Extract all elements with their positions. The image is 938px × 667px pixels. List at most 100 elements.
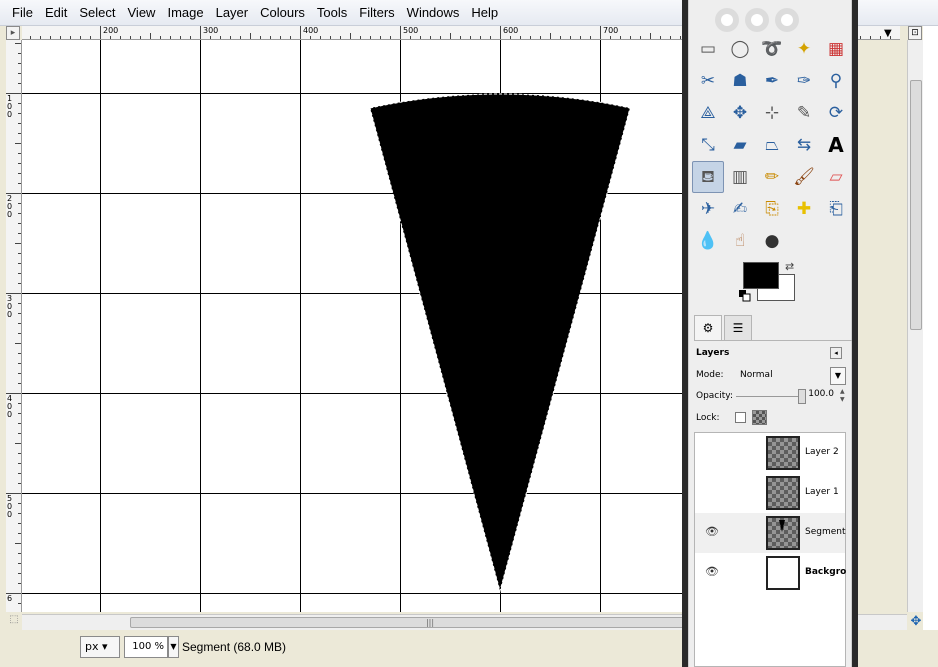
- v-ruler-label: 6: [7, 594, 13, 603]
- move-icon[interactable]: ✥: [724, 97, 756, 129]
- vertical-scrollbar-thumb[interactable]: [910, 80, 922, 330]
- unit-select[interactable]: px ▾: [80, 636, 120, 658]
- opacity-spinner-icon[interactable]: ▲ ▼: [840, 388, 848, 404]
- vertical-ruler[interactable]: 100 200 300 400 500 6: [6, 40, 22, 612]
- lock-alpha-icon[interactable]: [752, 410, 767, 425]
- perspective-clone-icon[interactable]: ⎗: [820, 193, 852, 225]
- free-select-icon[interactable]: ➰: [756, 33, 788, 65]
- scissors-select-icon[interactable]: ✂: [692, 65, 724, 97]
- color-picker-icon[interactable]: ✑: [788, 65, 820, 97]
- mode-dropdown-icon[interactable]: ▼: [830, 367, 846, 385]
- menu-colours[interactable]: Colours: [254, 0, 311, 26]
- align-icon[interactable]: ⊹: [756, 97, 788, 129]
- clone-icon[interactable]: ⎘: [756, 193, 788, 225]
- v-ruler-label: 200: [7, 194, 13, 219]
- menu-image[interactable]: Image: [161, 0, 209, 26]
- blend-icon[interactable]: ▥: [724, 161, 756, 193]
- layer-row[interactable]: 👁 Backgrou: [695, 553, 847, 593]
- navigate-icon[interactable]: ✥: [908, 614, 924, 630]
- segment-shape: [369, 93, 631, 593]
- rotate-icon[interactable]: ⟳: [820, 97, 852, 129]
- layer-thumbnail: [766, 476, 800, 510]
- flip-icon[interactable]: ⇆: [788, 129, 820, 161]
- background-window-edge: [923, 26, 938, 630]
- menu-tools[interactable]: Tools: [311, 0, 353, 26]
- menu-filters[interactable]: Filters: [353, 0, 400, 26]
- blur-icon[interactable]: 💧: [692, 225, 724, 257]
- ellipse-select-icon[interactable]: ◯: [724, 33, 756, 65]
- layers-menu-button[interactable]: ◂: [830, 347, 842, 359]
- airbrush-icon[interactable]: ✈: [692, 193, 724, 225]
- lock-pixels-checkbox[interactable]: [735, 412, 746, 423]
- layers-title: Layers: [696, 348, 730, 358]
- eraser-icon[interactable]: ▱: [820, 161, 852, 193]
- layer-thumbnail: [766, 556, 800, 590]
- menu-help[interactable]: Help: [465, 0, 504, 26]
- layer-name: Layer 1: [805, 487, 839, 497]
- opacity-slider-track[interactable]: [736, 396, 800, 397]
- zoom-icon[interactable]: ⚲: [820, 65, 852, 97]
- select-by-color-icon[interactable]: ▦: [820, 33, 852, 65]
- mode-select[interactable]: Normal: [736, 367, 834, 385]
- crop-icon[interactable]: ✎: [788, 97, 820, 129]
- layers-tab[interactable]: ☰: [724, 315, 752, 341]
- menu-view[interactable]: View: [122, 0, 162, 26]
- toolbox-window: ▭ ◯ ➰ ✦ ▦ ✂ ☗ ✒ ✑ ⚲ ⟁ ✥ ⊹ ✎ ⟳ ⤡ ▰ ⏢ ⇆ A …: [682, 0, 858, 667]
- vertical-scrollbar[interactable]: [907, 40, 923, 612]
- zoom-dropdown-icon[interactable]: ▼: [168, 636, 179, 658]
- eye-icon[interactable]: 👁: [705, 525, 719, 538]
- perspective-icon[interactable]: ⏢: [756, 129, 788, 161]
- measure-icon[interactable]: ⟁: [692, 97, 724, 129]
- v-ruler-label: 500: [7, 494, 13, 519]
- foreground-select-icon[interactable]: ☗: [724, 65, 756, 97]
- opacity-slider-handle[interactable]: [798, 389, 806, 404]
- dodge-burn-icon[interactable]: ●: [756, 225, 788, 257]
- fuzzy-select-icon[interactable]: ✦: [788, 33, 820, 65]
- zoom-input[interactable]: 100 %: [124, 636, 168, 658]
- h-ruler-label: 500: [403, 26, 419, 35]
- bucket-fill-icon[interactable]: ⛾: [692, 161, 724, 193]
- menu-file[interactable]: File: [6, 0, 39, 26]
- menu-edit[interactable]: Edit: [39, 0, 73, 26]
- layer-row[interactable]: Layer 1: [695, 473, 845, 513]
- menu-windows[interactable]: Windows: [401, 0, 466, 26]
- menu-layer[interactable]: Layer: [210, 0, 255, 26]
- layer-name: Backgrou: [805, 567, 847, 577]
- canvas-drawing: [22, 40, 682, 612]
- menu-select[interactable]: Select: [73, 0, 121, 26]
- horizontal-scrollbar-thumb[interactable]: |||: [130, 617, 730, 628]
- vertical-ruler-ticks: [6, 43, 21, 604]
- default-colors-icon[interactable]: [739, 290, 751, 302]
- layer-row[interactable]: Layer 2: [695, 433, 845, 473]
- eye-icon[interactable]: 👁: [705, 565, 719, 578]
- layer-list-scrollbar[interactable]: [846, 432, 852, 667]
- layer-list: Layer 2 Layer 1 👁 Segment 👁 Backgrou: [694, 432, 847, 667]
- color-swatches: ⇄: [739, 258, 809, 308]
- shear-icon[interactable]: ▰: [724, 129, 756, 161]
- heal-icon[interactable]: ✚: [788, 193, 820, 225]
- dock-tabs: ⚙ ☰: [694, 313, 852, 341]
- quick-mask-icon[interactable]: ⬚: [6, 614, 22, 630]
- layers-panel: Layers ◂ Mode: Normal ▼ Opacity: 100.0 ▲…: [694, 342, 852, 667]
- image-canvas[interactable]: [22, 40, 682, 612]
- paths-icon[interactable]: ✒: [756, 65, 788, 97]
- paintbrush-icon[interactable]: 🖌: [788, 161, 820, 193]
- text-icon[interactable]: A: [820, 129, 852, 161]
- zoom-toggle-button[interactable]: ⊡: [908, 26, 922, 40]
- pencil-icon[interactable]: ✏: [756, 161, 788, 193]
- foreground-color-swatch[interactable]: [743, 262, 779, 289]
- opacity-label: Opacity:: [696, 391, 733, 401]
- tool-options-tab[interactable]: ⚙: [694, 315, 722, 341]
- smudge-icon[interactable]: ☝: [724, 225, 756, 257]
- layer-row[interactable]: 👁 Segment: [695, 513, 846, 553]
- swap-colors-icon[interactable]: ⇄: [785, 260, 794, 273]
- rect-select-icon[interactable]: ▭: [692, 33, 724, 65]
- layer-thumbnail: [766, 516, 800, 550]
- image-menu-button[interactable]: ▸: [6, 26, 20, 40]
- chevron-down-icon[interactable]: ▼: [884, 28, 892, 39]
- scale-icon[interactable]: ⤡: [692, 129, 724, 161]
- v-ruler-label: 300: [7, 294, 13, 319]
- h-ruler-label: 600: [503, 26, 519, 35]
- ink-icon[interactable]: ✍: [724, 193, 756, 225]
- opacity-value[interactable]: 100.0: [808, 389, 834, 399]
